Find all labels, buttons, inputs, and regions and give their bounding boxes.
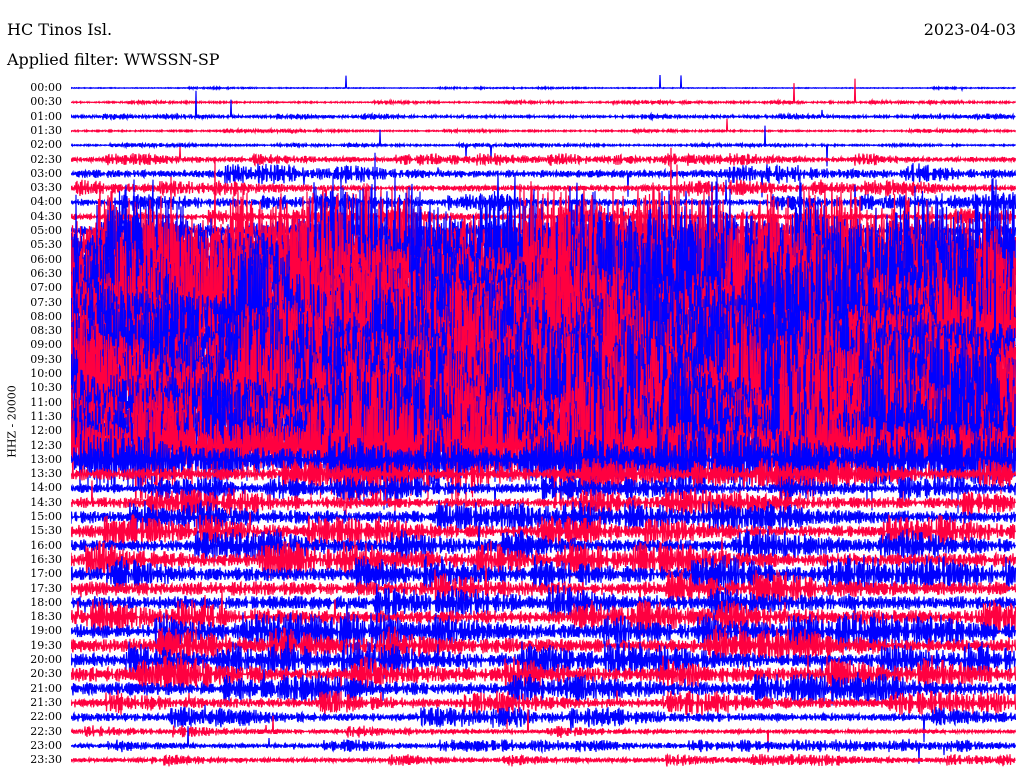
trace-0100	[71, 90, 1016, 122]
trace-2200	[71, 704, 1016, 743]
trace-0000	[71, 75, 1016, 93]
trace-0130	[71, 118, 1016, 135]
trace-0030	[71, 78, 1016, 107]
trace-0230	[71, 146, 1016, 168]
helicorder-plot	[71, 75, 1016, 767]
trace-2330	[71, 752, 1016, 767]
